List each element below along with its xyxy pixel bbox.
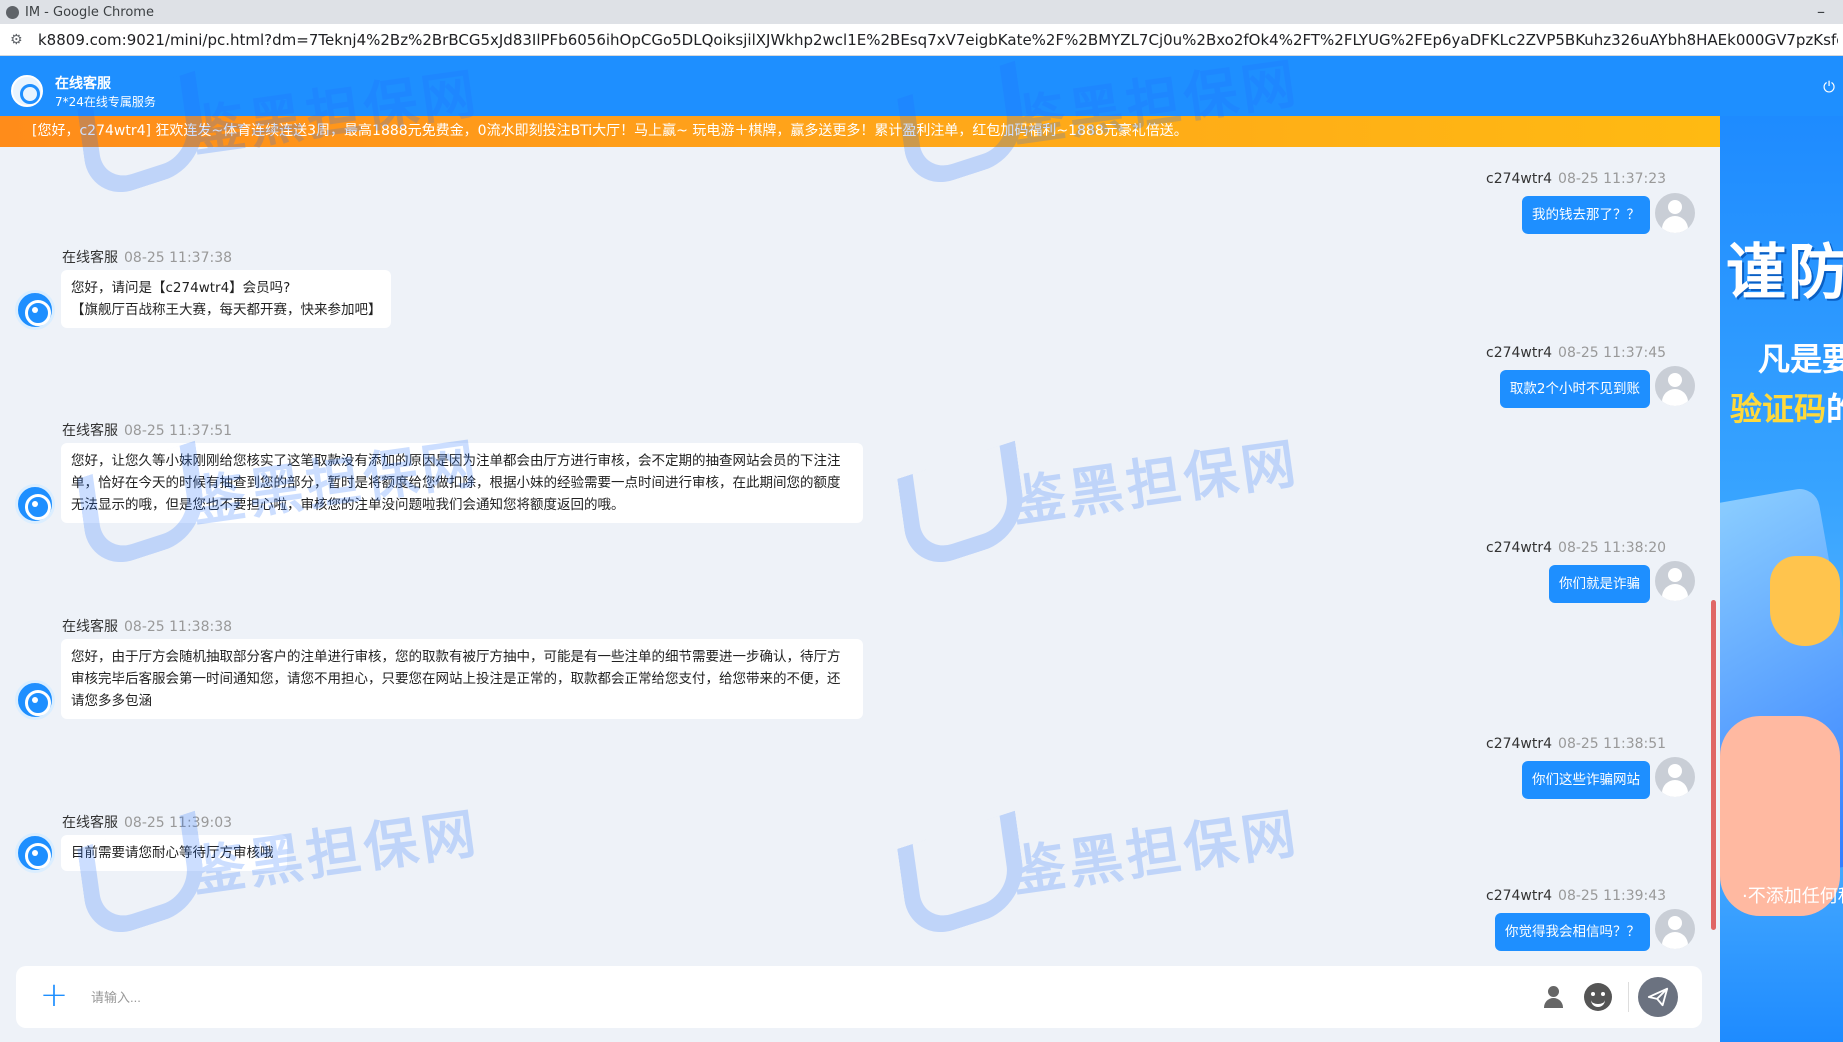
site-settings-icon[interactable]: ⚙	[10, 32, 26, 48]
message-time: 08-25 11:38:20	[1558, 540, 1667, 556]
banner-highlight: 验证码	[1730, 390, 1827, 428]
chat-scrollbar[interactable]	[1711, 600, 1716, 930]
banner-line-3-tail: 的都	[1826, 390, 1843, 428]
chrome-favicon-icon	[6, 5, 19, 19]
message-text: 您好，由于厅方会随机抽取部分客户的注单进行审核，您的取款有被厅方抽中，可能是有一…	[71, 649, 841, 665]
marquee-text: [您好，c274wtr4] 狂欢连发~体育连续连送3周，最高1888元免费金，0…	[32, 123, 1188, 139]
banner-line-3: 验证码的都	[1730, 384, 1843, 430]
message-bubble-in[interactable]: 目前需要请您耐心等待厅方审核哦	[61, 835, 287, 871]
header-subtitle: 7*24在线专属服务	[55, 95, 156, 109]
chat-header: 在线客服 7*24在线专属服务 ⏻	[0, 56, 1843, 116]
message-input[interactable]	[91, 982, 1491, 1012]
chat-message-list[interactable]: c274wtr4 08-25 11:37:23 我的钱去那了？？ 在线客服 08-2…	[0, 147, 1720, 967]
message-time: 08-25 11:39:03	[124, 815, 233, 831]
message-meta: 在线客服 08-25 11:37:38	[62, 247, 232, 267]
message-bubble-out[interactable]: 我的钱去那了？？	[1522, 196, 1650, 234]
header-title: 在线客服	[55, 76, 111, 92]
message-text: 请您多多包涵	[71, 693, 152, 709]
message-meta: 在线客服 08-25 11:37:51	[62, 420, 232, 440]
agent-header-avatar	[11, 75, 43, 107]
message-text: 你们就是诈骗	[1559, 576, 1640, 592]
message-sender: 在线客服	[62, 250, 118, 266]
message-meta: c274wtr4 08-25 11:37:23	[1486, 171, 1666, 187]
message-meta: c274wtr4 08-25 11:38:20	[1486, 540, 1666, 556]
message-text: 无法显示的哦，但是您也不要担心啦，审核您的注单没问题啦我们会通知您将额度返回的哦…	[71, 497, 625, 513]
message-time: 08-25 11:37:51	[124, 423, 233, 439]
message-time: 08-25 11:37:45	[1558, 345, 1667, 361]
contact-icon[interactable]	[1542, 984, 1568, 1010]
banner-line-2: 凡是要拟	[1758, 340, 1843, 378]
message-sender: 在线客服	[62, 815, 118, 831]
message-text: 您好，让您久等小妹刚刚给您核实了这笔取款没有添加的原因是因为注单都会由厅方进行审…	[71, 453, 841, 469]
page: IM - Google Chrome – ⚙ k8809.com:9021/mi…	[0, 0, 1843, 1042]
message-sender: c274wtr4	[1486, 345, 1553, 361]
banner-footer: ·不添加任何私人联	[1742, 886, 1843, 907]
user-avatar	[1655, 366, 1695, 406]
message-text: 单，恰好在今天的时候有抽查到您的部分，暂时是将额度给您做扣除，根据小妹的经验需要…	[71, 475, 841, 491]
message-sender: c274wtr4	[1486, 888, 1553, 904]
message-meta: c274wtr4 08-25 11:38:51	[1486, 736, 1666, 752]
agent-avatar	[15, 833, 55, 873]
message-meta: 在线客服 08-25 11:38:38	[62, 616, 232, 636]
shield-icon	[1770, 556, 1840, 646]
plus-icon[interactable]: +	[38, 978, 70, 1012]
message-meta: c274wtr4 08-25 11:39:43	[1486, 888, 1666, 904]
message-text: 您好，请问是【c274wtr4】会员吗?	[71, 280, 291, 296]
minimize-icon[interactable]: –	[1817, 2, 1825, 21]
message-meta: c274wtr4 08-25 11:37:45	[1486, 345, 1666, 361]
address-bar[interactable]: ⚙ k8809.com:9021/mini/pc.html?dm=7Teknj4…	[0, 24, 1843, 56]
emoji-icon[interactable]	[1584, 983, 1612, 1011]
message-sender: c274wtr4	[1486, 171, 1553, 187]
message-sender: c274wtr4	[1486, 736, 1553, 752]
message-text: 【旗舰厅百战称王大赛，每天都开赛，快来参加吧】	[71, 302, 382, 318]
message-time: 08-25 11:39:43	[1558, 888, 1667, 904]
message-sender: 在线客服	[62, 423, 118, 439]
message-composer: +	[16, 966, 1702, 1028]
message-bubble-out[interactable]: 你们就是诈骗	[1549, 565, 1650, 603]
window-title: IM - Google Chrome	[25, 4, 154, 20]
message-text: 目前需要请您耐心等待厅方审核哦	[71, 845, 274, 861]
agent-avatar	[15, 680, 55, 720]
message-time: 08-25 11:37:38	[124, 250, 233, 266]
message-sender: c274wtr4	[1486, 540, 1553, 556]
message-time: 08-25 11:38:51	[1558, 736, 1667, 752]
browser-title-bar: IM - Google Chrome –	[0, 0, 1843, 24]
banner-headline: 谨防诈	[1726, 238, 1843, 308]
message-text: 我的钱去那了？？	[1532, 207, 1640, 223]
message-text: 你觉得我会相信吗？？	[1505, 924, 1640, 940]
send-button[interactable]	[1638, 977, 1678, 1017]
user-avatar	[1655, 561, 1695, 601]
composer-divider	[1628, 982, 1629, 1012]
url-text[interactable]: k8809.com:9021/mini/pc.html?dm=7Teknj4%2…	[38, 31, 1838, 49]
user-avatar	[1655, 757, 1695, 797]
user-avatar	[1655, 193, 1695, 233]
message-bubble-in[interactable]: 您好，让您久等小妹刚刚给您核实了这笔取款没有添加的原因是因为注单都会由厅方进行审…	[61, 443, 863, 523]
announcement-marquee: [您好，c274wtr4] 狂欢连发~体育连续连送3周，最高1888元免费金，0…	[0, 116, 1720, 147]
message-text: 取款2个小时不见到账	[1509, 381, 1640, 397]
message-bubble-out[interactable]: 你们这些诈骗网站	[1522, 761, 1650, 799]
message-text: 审核完毕后客服会第一时间通知您，请您不用担心，只要您在网站上投注是正常的，取款都…	[71, 671, 841, 687]
agent-avatar	[15, 290, 55, 330]
power-icon[interactable]: ⏻	[1823, 78, 1835, 96]
message-bubble-in[interactable]: 您好，由于厅方会随机抽取部分客户的注单进行审核，您的取款有被厅方抽中，可能是有一…	[61, 639, 863, 719]
message-sender: 在线客服	[62, 619, 118, 635]
user-avatar	[1655, 909, 1695, 949]
message-time: 08-25 11:37:23	[1558, 171, 1667, 187]
message-bubble-out[interactable]: 你觉得我会相信吗？？	[1495, 913, 1650, 951]
send-icon	[1647, 987, 1669, 1007]
anti-fraud-banner[interactable]: 谨防诈 凡是要拟 验证码的都 ·不添加任何私人联	[1720, 116, 1843, 1042]
message-meta: 在线客服 08-25 11:39:03	[62, 812, 232, 832]
message-time: 08-25 11:38:38	[124, 619, 233, 635]
agent-avatar	[15, 484, 55, 524]
message-bubble-in[interactable]: 您好，请问是【c274wtr4】会员吗? 【旗舰厅百战称王大赛，每天都开赛，快来…	[61, 270, 391, 328]
message-bubble-out[interactable]: 取款2个小时不见到账	[1499, 370, 1650, 408]
message-text: 你们这些诈骗网站	[1532, 772, 1640, 788]
